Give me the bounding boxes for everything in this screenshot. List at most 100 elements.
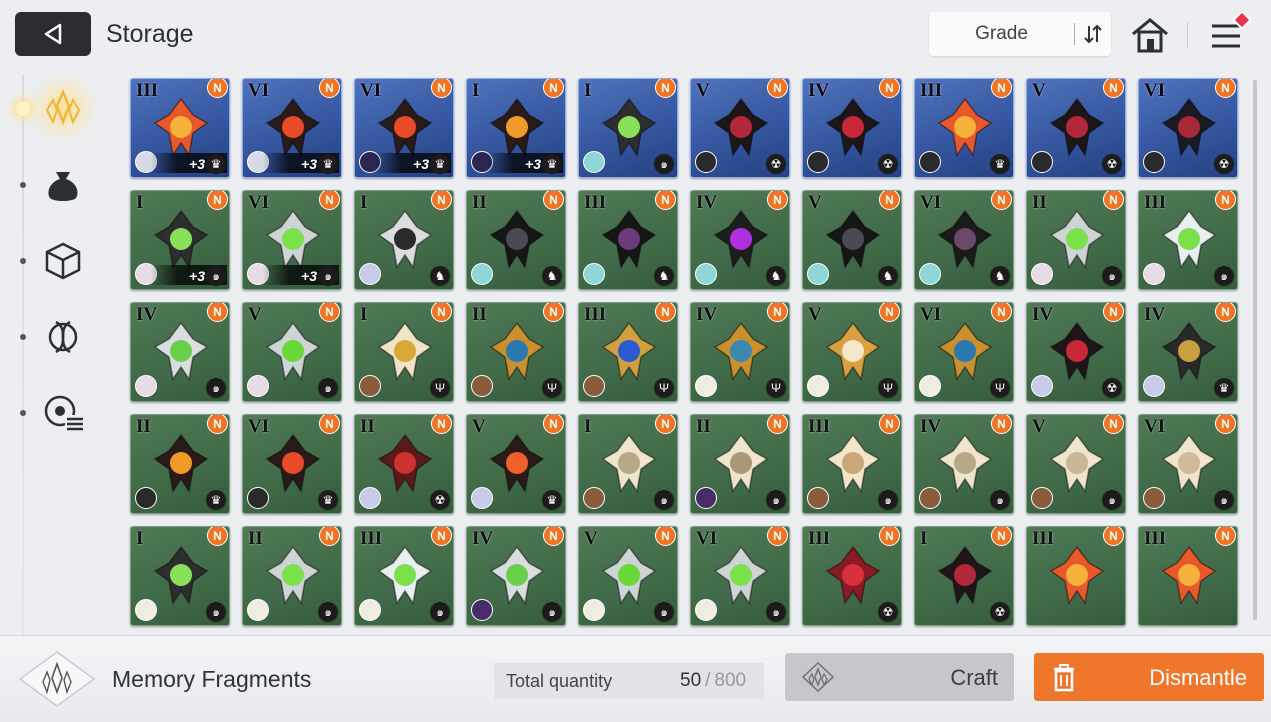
total-quantity-label: Total quantity [506, 670, 613, 691]
item-card[interactable]: VI N Ψ [914, 302, 1014, 402]
dismantle-button[interactable]: Dismantle [1034, 653, 1264, 701]
item-card[interactable]: IV N ♞ [690, 190, 790, 290]
golden-lantern-icon [825, 321, 881, 381]
element-icon: Ψ [990, 378, 1010, 398]
item-card[interactable]: IN๑ [578, 414, 678, 514]
item-card[interactable]: I N +3 ๑ [130, 190, 230, 290]
element-icon: ♞ [430, 266, 450, 286]
item-card[interactable]: INΨ [354, 302, 454, 402]
item-card[interactable]: VI N +3 ♛ [242, 78, 342, 178]
item-card[interactable]: VI N +3 ♛ [354, 78, 454, 178]
item-card[interactable]: VNΨ [802, 302, 902, 402]
category-label: Memory Fragments [112, 666, 312, 692]
enhance-level: +3 [189, 268, 205, 284]
item-card[interactable]: III N +3 ♛ [130, 78, 230, 178]
sort-dropdown[interactable]: Grade [929, 12, 1111, 56]
item-card[interactable]: I N ♞ [354, 190, 454, 290]
menu-icon[interactable] [1208, 10, 1256, 56]
chain-vial-icon [153, 321, 209, 381]
chain-vial-icon [489, 545, 545, 605]
black-wing-icon [825, 209, 881, 269]
element-icon: ☢ [1102, 154, 1122, 174]
item-card[interactable]: IV N ☢ [802, 78, 902, 178]
element-icon: ๑ [206, 378, 226, 398]
tab-memory-fragments[interactable] [28, 73, 98, 143]
total-quantity-max: 800 [714, 670, 747, 691]
sidebar-dot [20, 258, 26, 264]
item-card[interactable]: IV N ๑ [914, 414, 1014, 514]
character-avatar [695, 599, 717, 621]
element-icon: ๑ [1102, 490, 1122, 510]
fire-orb-icon [937, 97, 993, 157]
item-card[interactable]: VI N ๑ [690, 526, 790, 626]
item-card[interactable]: III N ๑ [802, 414, 902, 514]
back-button[interactable] [15, 12, 91, 56]
character-avatar [1031, 487, 1053, 509]
item-card[interactable]: VI N ♛ [242, 414, 342, 514]
element-icon: ☢ [1102, 378, 1122, 398]
item-card[interactable]: IN๑ [130, 526, 230, 626]
character-avatar [1143, 263, 1165, 285]
tab-gear-list[interactable] [38, 388, 88, 438]
item-card[interactable]: I N ☢ [914, 526, 1014, 626]
item-card[interactable]: V N ♞ [802, 190, 902, 290]
element-icon: ๑ [766, 602, 786, 622]
element-icon: Ψ [654, 378, 674, 398]
item-card[interactable]: V N ☢ [1026, 78, 1126, 178]
item-card[interactable]: VN๑ [578, 526, 678, 626]
item-card[interactable]: III N [1138, 526, 1238, 626]
item-card[interactable]: IV N ☢ [1026, 302, 1126, 402]
tab-dna[interactable] [38, 312, 88, 362]
item-card[interactable]: IN๑ [578, 78, 678, 178]
character-avatar [919, 375, 941, 397]
sort-order-icon[interactable] [1075, 23, 1111, 45]
scrollbar-thumb[interactable] [1253, 80, 1257, 620]
element-icon: ♛ [318, 490, 338, 510]
crossed-blades-icon [377, 209, 433, 269]
dismantle-label: Dismantle [1149, 665, 1247, 690]
item-card[interactable]: V N ♛ [466, 414, 566, 514]
tab-cube[interactable] [38, 236, 88, 286]
item-card[interactable]: VI N +3 ๑ [242, 190, 342, 290]
sidebar-rail [22, 75, 24, 635]
character-avatar [135, 375, 157, 397]
item-card[interactable]: IV N Ψ [690, 302, 790, 402]
item-card[interactable]: V N ☢ [690, 78, 790, 178]
cube-icon [45, 242, 81, 280]
item-card[interactable]: II N ♛ [130, 414, 230, 514]
character-avatar [135, 487, 157, 509]
home-icon[interactable] [1130, 16, 1170, 54]
element-icon: Ψ [542, 378, 562, 398]
item-card[interactable]: III N Ψ [578, 302, 678, 402]
craft-button[interactable]: Craft [785, 653, 1014, 701]
element-icon: Ψ [766, 378, 786, 398]
item-card[interactable]: II N ๑ [1026, 190, 1126, 290]
craft-label: Craft [950, 665, 998, 690]
item-card[interactable]: IV N ๑ [130, 302, 230, 402]
item-card[interactable]: VI N ๑ [1138, 414, 1238, 514]
element-icon: ๑ [318, 378, 338, 398]
item-card[interactable]: I N +3 ♛ [466, 78, 566, 178]
flame-axe-icon [153, 433, 209, 493]
item-card[interactable]: II N ♞ [466, 190, 566, 290]
item-card[interactable]: III N ๑ [1138, 190, 1238, 290]
item-card[interactable]: III N ♛ [914, 78, 1014, 178]
item-card[interactable]: VN๑ [1026, 414, 1126, 514]
item-card[interactable]: II N Ψ [466, 302, 566, 402]
item-card[interactable]: IV N ♛ [1138, 302, 1238, 402]
item-card[interactable]: II N ☢ [354, 414, 454, 514]
tab-pouch[interactable] [38, 160, 88, 210]
item-card[interactable]: VI N ☢ [1138, 78, 1238, 178]
item-card[interactable]: IV N ๑ [466, 526, 566, 626]
element-icon: ♞ [542, 266, 562, 286]
item-card[interactable]: III N ♞ [578, 190, 678, 290]
item-card[interactable]: VI N ♞ [914, 190, 1014, 290]
item-card[interactable]: VN๑ [242, 302, 342, 402]
character-avatar [695, 151, 717, 173]
item-card[interactable]: II N ๑ [690, 414, 790, 514]
item-card[interactable]: III N [1026, 526, 1126, 626]
item-card[interactable]: II N ๑ [242, 526, 342, 626]
item-card[interactable]: III N ☢ [802, 526, 902, 626]
item-card[interactable]: III N ๑ [354, 526, 454, 626]
element-icon: ☢ [990, 602, 1010, 622]
